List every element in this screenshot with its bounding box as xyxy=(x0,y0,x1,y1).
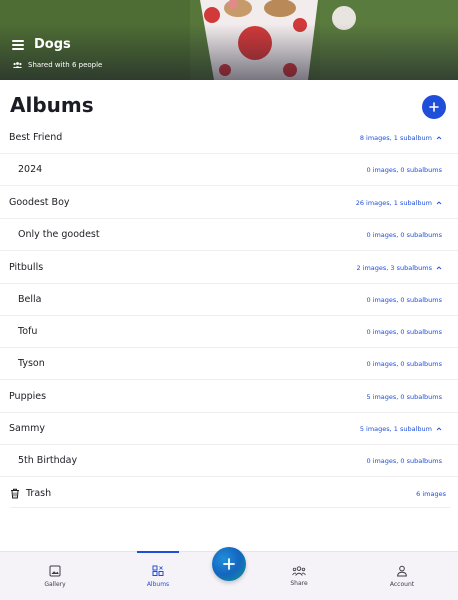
hamburger-icon[interactable] xyxy=(12,39,24,50)
add-fab-button[interactable] xyxy=(212,547,246,581)
nav-albums[interactable]: Albums xyxy=(123,551,193,600)
album-name: Tyson xyxy=(18,358,45,369)
nav-share[interactable]: Share xyxy=(264,552,334,600)
nav-label: Share xyxy=(290,580,308,587)
album-row-puppies[interactable]: Puppies 5 images, 0 subalbums xyxy=(0,381,458,413)
album-row-sammy[interactable]: Sammy 5 images, 1 subalbum xyxy=(0,413,458,445)
shared-info[interactable]: Shared with 6 people xyxy=(13,61,102,69)
album-count: 5 images, 1 subalbum xyxy=(359,424,432,433)
album-name: Tofu xyxy=(18,326,38,337)
chevron-up-icon[interactable] xyxy=(436,265,442,271)
nav-account[interactable]: Account xyxy=(367,552,437,600)
album-meta: 8 images, 1 subalbum xyxy=(360,134,442,142)
trash-icon xyxy=(11,488,19,499)
album-header: Dogs Shared with 6 people xyxy=(0,0,458,80)
shared-text: Shared with 6 people xyxy=(28,61,103,69)
album-row-pitbulls[interactable]: Pitbulls 2 images, 3 subalbums xyxy=(0,252,458,284)
album-name: Best Friend xyxy=(9,132,63,143)
trash-row[interactable]: Trash 6 images xyxy=(10,480,450,508)
albums-icon xyxy=(152,565,164,576)
subalbum-row-bella[interactable]: Bella 0 images, 0 subalbums xyxy=(0,284,458,316)
album-count: 5 images, 0 subalbums xyxy=(366,392,442,401)
chevron-up-icon[interactable] xyxy=(436,426,442,432)
plus-icon xyxy=(429,102,439,112)
album-row-goodest-boy[interactable]: Goodest Boy 26 images, 1 subalbum xyxy=(0,187,458,219)
album-meta: 5 images, 1 subalbum xyxy=(360,425,442,433)
header-bar: Dogs xyxy=(12,37,71,52)
nav-label: Gallery xyxy=(44,581,66,588)
subalbum-row-tofu[interactable]: Tofu 0 images, 0 subalbums xyxy=(0,316,458,348)
subalbum-row-tyson[interactable]: Tyson 0 images, 0 subalbums xyxy=(0,348,458,380)
album-name: Bella xyxy=(18,294,42,305)
chevron-up-icon[interactable] xyxy=(436,135,442,141)
chevron-up-icon[interactable] xyxy=(436,200,442,206)
nav-label: Account xyxy=(389,581,415,588)
album-count: 0 images, 0 subalbums xyxy=(366,295,442,304)
page-title: Albums xyxy=(10,93,94,117)
nav-gallery[interactable]: Gallery xyxy=(20,552,90,600)
album-count: 0 images, 0 subalbums xyxy=(366,230,442,239)
album-name: Sammy xyxy=(9,423,45,434)
album-meta: 26 images, 1 subalbum xyxy=(356,199,442,207)
add-album-button[interactable] xyxy=(422,95,446,119)
album-count: 2 images, 3 subalbums xyxy=(356,263,432,272)
album-name: 2024 xyxy=(18,164,43,175)
plus-icon xyxy=(223,558,235,570)
subalbum-row-2024[interactable]: 2024 0 images, 0 subalbums xyxy=(0,154,458,186)
album-row-best-friend[interactable]: Best Friend 8 images, 1 subalbum xyxy=(0,122,458,154)
trash-label: Trash xyxy=(26,488,52,499)
share-icon xyxy=(292,566,306,576)
album-count: 0 images, 0 subalbums xyxy=(366,456,442,465)
album-count: 0 images, 0 subalbums xyxy=(366,165,442,174)
album-count: 0 images, 0 subalbums xyxy=(366,327,442,336)
account-icon xyxy=(397,565,407,577)
subalbum-row-5th-birthday[interactable]: 5th Birthday 0 images, 0 subalbums xyxy=(0,445,458,477)
album-name: Pitbulls xyxy=(9,262,44,273)
album-name: Only the goodest xyxy=(18,229,100,240)
album-name: 5th Birthday xyxy=(18,455,78,466)
album-count: 8 images, 1 subalbum xyxy=(359,133,432,142)
group-icon xyxy=(13,62,22,68)
album-count: 0 images, 0 subalbums xyxy=(366,359,442,368)
nav-label: Albums xyxy=(146,581,170,588)
gallery-icon xyxy=(49,565,61,577)
album-meta: 2 images, 3 subalbums xyxy=(356,264,442,272)
active-indicator xyxy=(137,551,179,553)
album-count: 26 images, 1 subalbum xyxy=(355,198,432,207)
album-title: Dogs xyxy=(34,37,71,52)
trash-count: 6 images xyxy=(416,489,446,498)
album-name: Goodest Boy xyxy=(9,197,70,208)
subalbum-row-only-the-goodest[interactable]: Only the goodest 0 images, 0 subalbums xyxy=(0,219,458,251)
album-name: Puppies xyxy=(9,391,47,402)
